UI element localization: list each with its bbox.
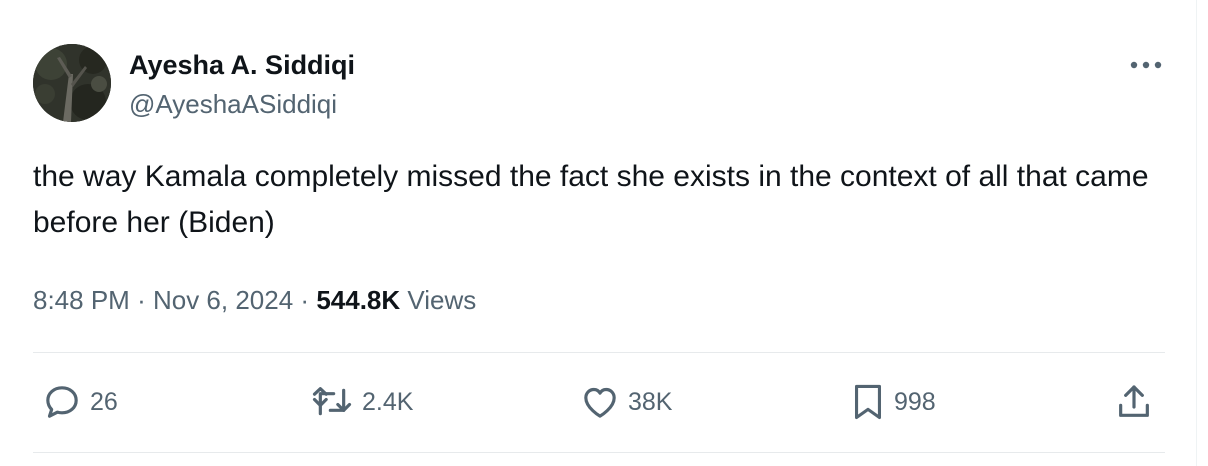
repost-arrows-icon: [310, 382, 354, 422]
divider: [33, 452, 1165, 453]
heart-icon: [580, 382, 620, 422]
tweet-date[interactable]: Nov 6, 2024: [153, 285, 293, 315]
more-horizontal-icon: [1130, 61, 1162, 69]
avatar-photo: [33, 44, 111, 122]
repost-button[interactable]: 2.4K: [310, 380, 413, 424]
views-label: Views: [407, 285, 477, 315]
bookmark-icon: [850, 382, 886, 422]
reply-count: 26: [90, 387, 118, 416]
repost-count: 2.4K: [362, 387, 414, 416]
reply-bubble-icon: [42, 382, 82, 422]
divider: [33, 352, 1165, 353]
like-button[interactable]: 38K: [580, 380, 672, 424]
tweet-card: Ayesha A. Siddiqi @AyeshaASiddiqi the wa…: [0, 0, 1208, 466]
bookmark-count: 998: [894, 387, 936, 416]
tweet-text: the way Kamala completely missed the fac…: [33, 160, 1149, 239]
more-options-button[interactable]: [1124, 50, 1168, 80]
like-count: 38K: [628, 387, 673, 416]
author-display-name[interactable]: Ayesha A. Siddiqi: [129, 48, 355, 82]
share-upload-icon: [1114, 382, 1154, 422]
views-count: 544.8K: [316, 285, 401, 315]
meta-separator: ·: [300, 285, 310, 315]
author-handle[interactable]: @AyeshaASiddiqi: [129, 87, 337, 121]
divider: [1196, 0, 1197, 466]
bookmark-button[interactable]: 998: [850, 380, 936, 424]
meta-separator: ·: [137, 285, 146, 315]
reply-button[interactable]: 26: [42, 380, 118, 424]
avatar[interactable]: [33, 44, 111, 122]
tweet-meta: 8:48 PM · Nov 6, 2024 · 544.8K Views: [33, 281, 476, 319]
tweet-time[interactable]: 8:48 PM: [33, 285, 130, 315]
share-button[interactable]: [1114, 380, 1154, 424]
